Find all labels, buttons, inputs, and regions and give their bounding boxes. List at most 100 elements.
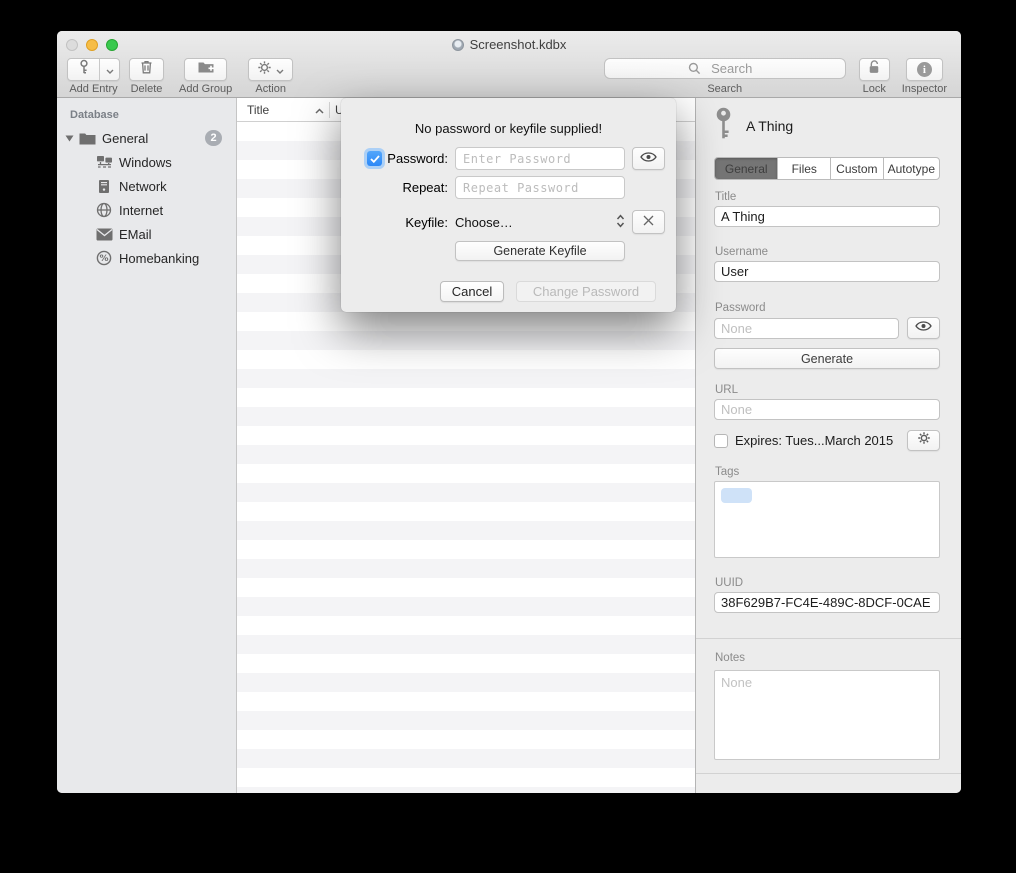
svg-text:%: % (99, 254, 108, 264)
username-field-label: Username (715, 246, 940, 258)
tab-custom[interactable]: Custom (831, 158, 884, 179)
stepper-icon (616, 214, 625, 231)
keyfile-popup[interactable]: Choose… (455, 214, 625, 231)
tab-autotype[interactable]: Autotype (884, 158, 939, 179)
clear-keyfile-button[interactable] (632, 210, 665, 234)
add-group-label: Add Group (179, 83, 232, 95)
lock-label: Lock (863, 83, 886, 95)
add-entry-button[interactable] (67, 58, 120, 81)
tag-pill[interactable] (721, 488, 752, 503)
internet-icon (95, 201, 113, 219)
sidebar: Database General 2 Windows (57, 98, 237, 793)
sidebar-item-windows[interactable]: Windows (57, 150, 236, 174)
titlebar: Screenshot.kdbx Add Entry (57, 31, 961, 98)
chevron-down-icon (276, 61, 284, 79)
divider (696, 638, 961, 639)
sidebar-item-label: Network (119, 179, 167, 194)
enter-password-input[interactable] (455, 147, 625, 170)
expires-label: Expires: Tues...March 2015 (735, 433, 893, 448)
sidebar-section-header: Database (57, 107, 236, 126)
gear-icon (917, 431, 931, 450)
inspector-button[interactable]: i (906, 58, 943, 81)
delete-label: Delete (131, 83, 163, 95)
repeat-password-input[interactable] (455, 176, 625, 199)
gear-icon (257, 60, 272, 80)
search-label: Search (707, 83, 742, 95)
inspector-panel: A Thing General Files Custom Autotype Ti… (696, 98, 961, 793)
eye-icon (915, 319, 932, 337)
change-password-dialog: No password or keyfile supplied! Passwor… (341, 98, 676, 312)
disclosure-triangle-icon[interactable] (64, 135, 75, 142)
group-count-badge: 2 (205, 130, 222, 146)
tags-field[interactable] (714, 481, 940, 558)
windows-icon (95, 153, 113, 171)
sidebar-item-label: Internet (119, 203, 163, 218)
eye-icon (640, 150, 657, 168)
sidebar-item-network[interactable]: Network (57, 174, 236, 198)
expires-checkbox[interactable] (714, 434, 728, 448)
sidebar-item-label: Windows (119, 155, 172, 170)
password-checkbox[interactable] (367, 151, 382, 166)
sidebar-item-label: Homebanking (119, 251, 199, 266)
padlock-icon (866, 59, 882, 80)
trash-icon (139, 59, 154, 80)
tags-field-label: Tags (715, 466, 940, 478)
url-field-label: URL (715, 384, 940, 396)
divider (696, 773, 961, 774)
password-field[interactable] (714, 318, 899, 339)
action-label: Action (255, 83, 286, 95)
sidebar-item-label: General (102, 131, 148, 146)
entry-title: A Thing (746, 118, 793, 134)
reveal-password-button[interactable] (907, 317, 940, 339)
network-icon (95, 177, 113, 195)
key-plus-icon (77, 59, 91, 80)
uuid-field-label: UUID (715, 577, 940, 589)
url-field[interactable] (714, 399, 940, 420)
folder-icon (78, 129, 96, 147)
uuid-field[interactable] (714, 592, 940, 613)
key-icon (714, 107, 733, 145)
tab-files[interactable]: Files (778, 158, 831, 179)
generate-keyfile-button[interactable]: Generate Keyfile (455, 241, 625, 261)
sidebar-item-internet[interactable]: Internet (57, 198, 236, 222)
username-field[interactable] (714, 261, 940, 282)
notes-field[interactable] (714, 670, 940, 760)
action-button[interactable] (248, 58, 293, 81)
sidebar-item-homebanking[interactable]: % Homebanking (57, 246, 236, 270)
dialog-message: No password or keyfile supplied! (341, 121, 676, 136)
expires-settings-button[interactable] (907, 430, 940, 451)
sidebar-item-label: EMail (119, 227, 152, 242)
tab-general[interactable]: General (715, 158, 778, 179)
check-icon (370, 155, 380, 163)
column-header-title[interactable]: Title (237, 103, 329, 117)
inspector-label: Inspector (902, 83, 947, 95)
add-group-button[interactable] (184, 58, 227, 81)
close-x-icon (643, 213, 654, 231)
add-entry-label: Add Entry (69, 83, 117, 95)
reveal-password-button[interactable] (632, 147, 665, 170)
sort-ascending-icon (315, 103, 324, 117)
generate-password-button[interactable]: Generate (714, 348, 940, 369)
delete-button[interactable] (129, 58, 164, 81)
cancel-button[interactable]: Cancel (440, 281, 504, 302)
window-title: Screenshot.kdbx (470, 37, 567, 52)
dialog-password-label: Password: (387, 151, 448, 166)
info-icon: i (917, 62, 932, 77)
search-input[interactable] (604, 58, 846, 79)
homebanking-icon: % (95, 249, 113, 267)
sidebar-item-general[interactable]: General 2 (57, 126, 236, 150)
document-proxy-icon (452, 39, 464, 51)
window-title-bar: Screenshot.kdbx (57, 36, 961, 53)
password-field-label: Password (715, 302, 940, 314)
folder-plus-icon (197, 60, 215, 79)
sidebar-item-email[interactable]: EMail (57, 222, 236, 246)
title-field[interactable] (714, 206, 940, 227)
inspector-tabs: General Files Custom Autotype (714, 157, 940, 180)
change-password-button[interactable]: Change Password (516, 281, 656, 302)
title-field-label: Title (715, 191, 940, 203)
lock-button[interactable] (859, 58, 890, 81)
notes-field-label: Notes (715, 652, 940, 664)
toolbar: Add Entry Delete Add Group (57, 56, 961, 98)
dialog-repeat-label: Repeat: (402, 180, 448, 195)
dialog-keyfile-label: Keyfile: (405, 215, 448, 230)
